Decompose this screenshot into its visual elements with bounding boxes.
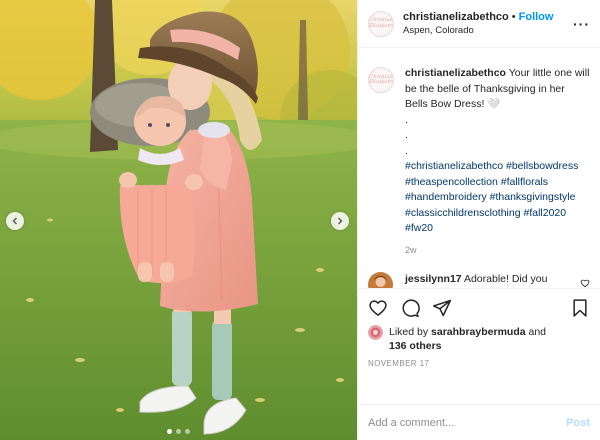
post-media[interactable] [0, 0, 357, 440]
hashtag-link[interactable]: #theaspencollection [405, 176, 498, 188]
caption-username[interactable]: christianelizabethco [405, 67, 506, 79]
caption-body: christianelizabethco Your little one wil… [405, 66, 590, 258]
like-comment-heart-icon[interactable] [580, 278, 590, 288]
post-photo [0, 0, 357, 440]
header-meta: christianelizabethco • Follow Aspen, Color… [403, 10, 553, 38]
brand-logo: Christian Elizabeth [369, 73, 393, 85]
author-username[interactable]: christianelizabethco [403, 11, 509, 23]
brand-logo: Christian Elizabeth [369, 17, 393, 29]
commenter-avatar[interactable] [368, 272, 393, 288]
comments-section: Christian Elizabeth christianelizabethco… [358, 48, 600, 288]
hashtag-link[interactable]: #classicchildrensclothing [405, 207, 521, 219]
post-details-panel: Christian Elizabeth christianelizabethco… [357, 0, 600, 440]
more-options-icon[interactable]: ··· [573, 16, 590, 32]
chevron-right-icon [338, 217, 343, 225]
liker-photo [368, 325, 383, 340]
post-date[interactable]: NOVEMBER 17 [368, 359, 590, 368]
carousel-dot [167, 429, 172, 434]
caption-dot-line: . [405, 144, 408, 157]
bookmark-icon[interactable] [570, 298, 590, 318]
hashtag-link[interactable]: #thanksgivingstyle [490, 191, 576, 203]
comment-icon[interactable] [400, 298, 420, 318]
liked-by-prefix: Liked by [389, 326, 429, 338]
commenter-username[interactable]: jessilynn17 [405, 273, 462, 285]
liker-username[interactable]: sarahbraybermuda [431, 326, 526, 338]
follow-button[interactable]: Follow [519, 11, 554, 23]
post-comment-button[interactable]: Post [566, 417, 590, 429]
instagram-post: Christian Elizabeth christianelizabethco… [0, 0, 600, 440]
chevron-left-icon [12, 217, 17, 225]
caption-dot-lines: ... [405, 113, 590, 160]
caption-author-avatar[interactable]: Christian Elizabeth [368, 67, 394, 93]
heart-icon[interactable] [368, 298, 388, 318]
likes-text: Liked by sarahbraybermuda and 136 others [389, 325, 546, 353]
separator-dot: • [511, 10, 516, 23]
hashtag-link[interactable]: #handembroidery [405, 191, 487, 203]
next-slide-button[interactable] [331, 212, 349, 230]
hashtag-link[interactable]: #bellsbowdress [506, 160, 578, 172]
caption: Christian Elizabeth christianelizabethco… [368, 66, 590, 258]
comment-item: jessilynn17 Adorable! Did you make a dol… [368, 272, 590, 288]
commenter-photo [368, 272, 393, 288]
previous-slide-button[interactable] [6, 212, 24, 230]
author-avatar[interactable]: Christian Elizabeth [368, 10, 394, 37]
likes-and: and [528, 326, 547, 338]
carousel-indicator [0, 429, 357, 434]
post-location[interactable]: Aspen, Colorado [403, 25, 553, 38]
caption-time[interactable]: 2w [405, 243, 590, 259]
caption-dot-line: . [405, 113, 408, 126]
likes-summary: Liked by sarahbraybermuda and 136 others [368, 325, 590, 353]
caption-dot-line: . [405, 129, 408, 141]
comment-input[interactable] [368, 416, 567, 429]
comment-body: jessilynn17 Adorable! Did you make a dol… [405, 272, 574, 288]
hashtag-link[interactable]: #fallflorals [501, 176, 548, 188]
others-count[interactable]: 136 others [389, 340, 442, 352]
carousel-dot [185, 429, 190, 434]
hashtag-link[interactable]: #fw20 [405, 222, 433, 234]
action-icons [368, 297, 590, 319]
hashtag-link[interactable]: #christianelizabethco [405, 160, 503, 172]
hashtag-link[interactable]: #fall2020 [523, 207, 566, 219]
post-actions: Liked by sarahbraybermuda and 136 others… [358, 288, 600, 404]
share-icon[interactable] [432, 298, 452, 318]
carousel-dot [176, 429, 181, 434]
liker-avatar[interactable] [368, 325, 383, 340]
add-comment-bar: Post [358, 404, 600, 440]
caption-hashtags: #christianelizabethco #bellsbowdress #th… [405, 159, 590, 237]
post-header: Christian Elizabeth christianelizabethco… [358, 0, 600, 48]
